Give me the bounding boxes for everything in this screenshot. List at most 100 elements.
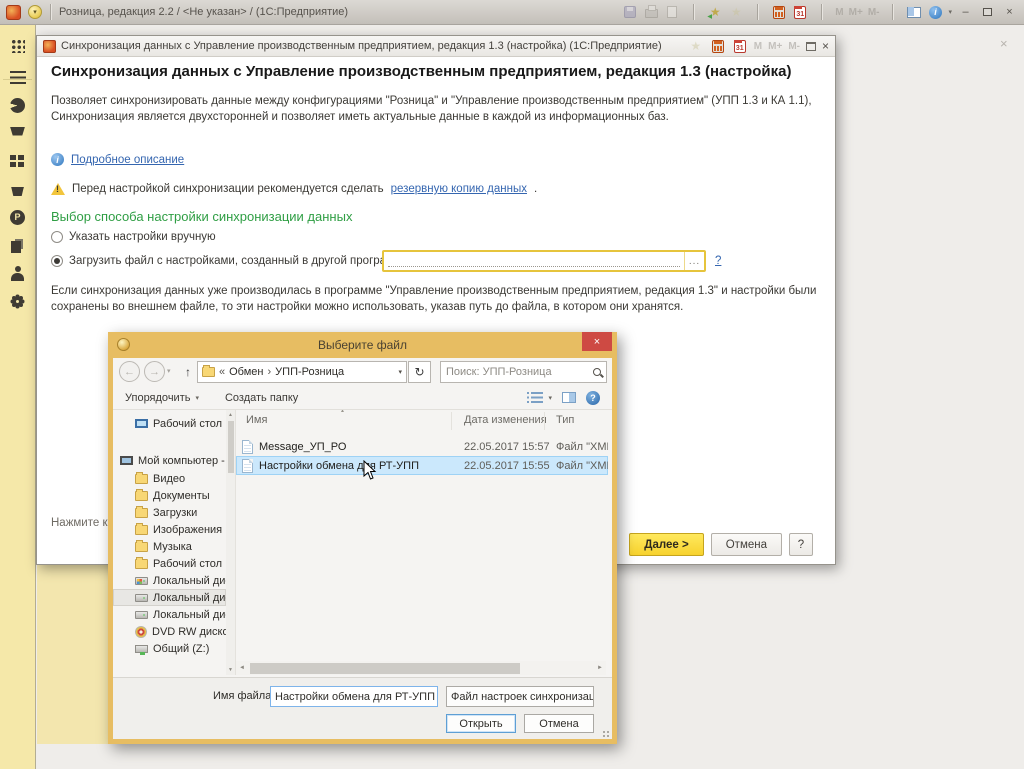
tree-item-local-disk-selected[interactable]: Локальный диск <box>113 589 226 606</box>
path-input[interactable] <box>384 252 684 270</box>
breadcrumb-current[interactable]: УПП-Розница <box>275 366 344 378</box>
search-input[interactable]: Поиск: УПП-Розница <box>440 361 607 383</box>
browse-button[interactable]: ... <box>684 252 704 270</box>
memory-recall-button[interactable]: M <box>754 41 762 52</box>
close-button[interactable]: × <box>1001 4 1018 20</box>
search-icon[interactable] <box>593 368 601 376</box>
resize-grip[interactable] <box>602 730 610 738</box>
radio-icon[interactable] <box>51 231 63 243</box>
info-icon[interactable]: i <box>927 4 943 20</box>
apps-grid-icon[interactable] <box>0 33 35 57</box>
calculator-icon[interactable] <box>771 4 787 20</box>
1c-app-icon[interactable] <box>6 5 21 20</box>
file-row-settings-selected[interactable]: Настройки обмена для РТ-УПП 22.05.2017 1… <box>236 456 608 475</box>
divider[interactable] <box>451 412 452 430</box>
scroll-down-icon[interactable]: ▼ <box>226 665 235 675</box>
tree-item-desktop-folder[interactable]: Рабочий стол <box>113 555 226 572</box>
scroll-up-icon[interactable]: ▲ <box>226 410 235 420</box>
column-header-type[interactable]: Тип <box>556 414 574 426</box>
tree-item-shared-z[interactable]: Общий (Z:) <box>113 640 226 657</box>
cancel-button[interactable]: Отмена <box>711 533 782 556</box>
ruble-circle-icon[interactable] <box>0 205 35 229</box>
organize-menu[interactable]: Упорядочить ▾ <box>125 392 199 404</box>
preview-pane-button[interactable] <box>562 392 576 403</box>
forward-button[interactable]: → <box>144 361 165 382</box>
history-dropdown-icon[interactable]: ▾ <box>167 367 171 375</box>
print-icon[interactable] <box>643 4 659 20</box>
pie-chart-icon[interactable] <box>0 93 35 117</box>
breadcrumb-collapsed[interactable]: « <box>219 366 225 378</box>
new-folder-button[interactable]: Создать папку <box>225 392 298 404</box>
help-icon[interactable]: ? <box>586 391 600 405</box>
restore-button[interactable] <box>979 4 996 20</box>
details-link[interactable]: Подробное описание <box>71 154 184 166</box>
scroll-left-icon[interactable]: ◄ <box>236 661 248 675</box>
open-button[interactable]: Открыть <box>446 714 516 733</box>
refresh-button[interactable]: ↻ <box>408 361 431 383</box>
shopping-cart-icon[interactable] <box>0 121 35 145</box>
favorites-icon[interactable]: ★ <box>688 38 704 54</box>
address-bar[interactable]: « Обмен › УПП-Розница ▾ <box>197 361 407 383</box>
memory-subtract-button[interactable]: M- <box>788 41 800 52</box>
tree-item-videos[interactable]: Видео <box>113 470 226 487</box>
calendar-icon[interactable]: 31 <box>792 4 808 20</box>
close-button[interactable]: × <box>582 332 612 351</box>
maximize-button[interactable] <box>806 42 816 51</box>
tree-scrollbar[interactable]: ▲ ▼ <box>226 410 235 675</box>
column-header-name[interactable]: Имя <box>246 414 267 426</box>
column-header-date[interactable]: Дата изменения <box>464 414 547 426</box>
tree-item-desktop[interactable]: Рабочий стол <box>113 415 226 432</box>
close-button[interactable]: × <box>822 39 829 53</box>
memory-add-button[interactable]: M+ <box>849 7 863 18</box>
tiles-icon[interactable] <box>0 149 35 173</box>
documents-icon[interactable] <box>0 233 35 257</box>
scrollbar-thumb[interactable] <box>228 421 234 473</box>
info-dropdown-icon[interactable]: ▾ <box>948 8 952 16</box>
next-button[interactable]: Далее > <box>629 533 703 556</box>
basket-icon[interactable] <box>0 177 35 201</box>
tree-item-local-disk[interactable]: Локальный диск <box>113 606 226 623</box>
main-menu-dropdown-icon[interactable]: ▾ <box>28 5 42 19</box>
tree-item-dvd-drive[interactable]: DVD RW дисково <box>113 623 226 640</box>
help-button[interactable]: ? <box>789 533 813 556</box>
split-view-icon[interactable] <box>906 4 922 20</box>
favorites-icon[interactable]: ★ <box>728 4 744 20</box>
settings-file-path-field[interactable]: ... <box>382 250 706 272</box>
view-mode-button[interactable]: ▾ <box>531 392 552 403</box>
tree-item-pictures[interactable]: Изображения <box>113 521 226 538</box>
filetype-combobox[interactable]: Файл настроек синхронизаци ▾ <box>446 686 594 707</box>
main-menu-icon[interactable] <box>0 65 35 89</box>
radio-checked-icon[interactable] <box>51 255 63 267</box>
tree-item-local-disk-c[interactable]: Локальный диск <box>113 572 226 589</box>
tree-item-computer[interactable]: Мой компьютер - <box>113 452 226 469</box>
scroll-right-icon[interactable]: ► <box>594 661 606 675</box>
tree-item-network[interactable]: Сеть <box>113 672 226 675</box>
radio-option-manual[interactable]: Указать настройки вручную <box>51 231 216 243</box>
radio-option-load-file[interactable]: Загрузить файл с настройками, созданный … <box>51 255 408 267</box>
print-preview-icon[interactable] <box>664 4 680 20</box>
back-button[interactable]: ← <box>119 361 140 382</box>
chevron-down-icon[interactable]: ▾ <box>435 693 438 701</box>
up-button[interactable]: ↑ <box>179 363 197 381</box>
filename-combobox[interactable]: Настройки обмена для РТ-УПП ▾ <box>270 686 438 707</box>
calculator-icon[interactable] <box>710 38 726 54</box>
save-icon[interactable] <box>622 4 638 20</box>
calendar-icon[interactable]: 31 <box>732 38 748 54</box>
backup-link[interactable]: резервную копию данных <box>391 183 527 195</box>
tree-item-documents[interactable]: Документы <box>113 487 226 504</box>
file-row-message[interactable]: Message_УП_РО 22.05.2017 15:57 Файл "XML… <box>236 437 608 456</box>
person-icon[interactable] <box>0 261 35 285</box>
memory-recall-button[interactable]: M <box>835 7 843 18</box>
cancel-button[interactable]: Отмена <box>524 714 594 733</box>
scrollbar-thumb[interactable] <box>250 663 520 674</box>
add-favorite-icon[interactable]: ★ <box>707 4 723 20</box>
tree-item-music[interactable]: Музыка <box>113 538 226 555</box>
address-dropdown-icon[interactable]: ▾ <box>398 368 402 376</box>
memory-add-button[interactable]: M+ <box>768 41 782 52</box>
divider[interactable] <box>544 412 545 430</box>
panel-close-icon[interactable]: × <box>1000 36 1008 51</box>
memory-subtract-button[interactable]: M- <box>868 7 880 18</box>
horizontal-scrollbar[interactable]: ◄ ► <box>236 661 606 675</box>
field-help-link[interactable]: ? <box>715 255 721 267</box>
minimize-button[interactable]: – <box>957 4 974 20</box>
